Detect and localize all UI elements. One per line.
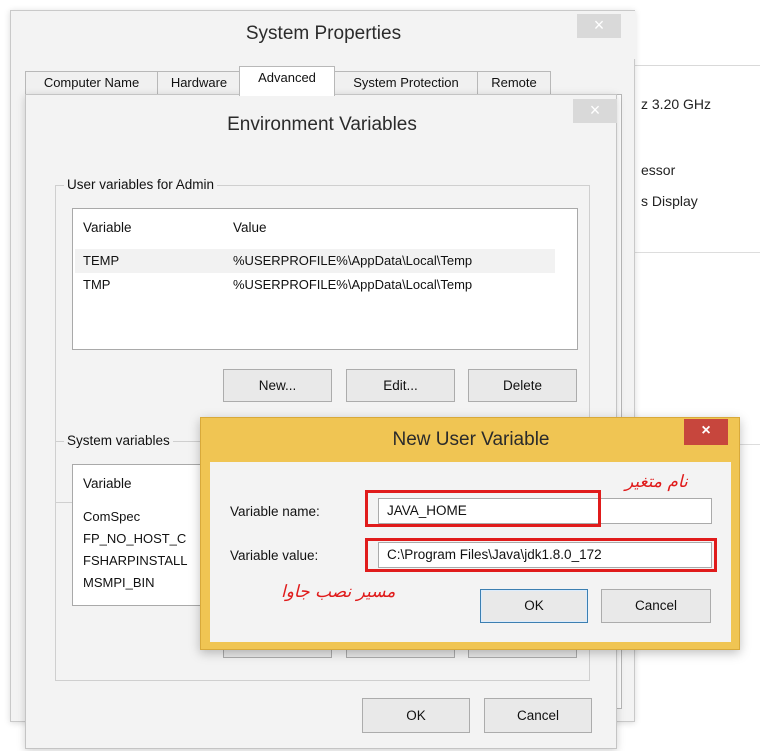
cpu-speed-text: z 3.20 GHz (641, 96, 712, 112)
window-title: System Properties (11, 11, 636, 59)
list-item[interactable]: FP_NO_HOST_C (83, 531, 186, 546)
close-icon[interactable]: × (684, 419, 728, 445)
table-row[interactable]: TEMP %USERPROFILE%\AppData\Local\Temp (75, 249, 555, 273)
delete-button[interactable]: Delete (468, 369, 577, 402)
close-icon[interactable]: × (577, 14, 621, 38)
annotation-variable-name: نام متغیر (625, 472, 688, 492)
tab-remote[interactable]: Remote (477, 71, 551, 96)
variable-value-label: Variable value: (230, 548, 319, 563)
cancel-button[interactable]: Cancel (484, 698, 592, 733)
column-header-variable[interactable]: Variable (83, 476, 132, 491)
window-title: Environment Variables (227, 114, 417, 135)
variable-cell: TEMP (83, 253, 120, 268)
highlight-box (365, 490, 601, 527)
cancel-button[interactable]: Cancel (601, 589, 711, 623)
column-header-variable[interactable]: Variable (83, 220, 132, 235)
new-user-variable-dialog: New User Variable × نام متغیر Variable n… (200, 417, 740, 650)
edit-button[interactable]: Edit... (346, 369, 455, 402)
list-item[interactable]: FSHARPINSTALL (83, 553, 188, 568)
system-variables-label: System variables (64, 433, 173, 448)
close-icon[interactable]: × (573, 99, 617, 123)
processor-text: essor (641, 162, 676, 178)
column-header-value[interactable]: Value (233, 220, 267, 235)
display-text: s Display (641, 193, 698, 209)
tab-advanced[interactable]: Advanced (239, 66, 335, 96)
tab-computer-name[interactable]: Computer Name (25, 71, 158, 96)
user-variables-label: User variables for Admin (64, 177, 218, 192)
variable-name-label: Variable name: (230, 504, 320, 519)
new-button[interactable]: New... (223, 369, 332, 402)
tab-system-protection[interactable]: System Protection (334, 71, 478, 96)
ok-button[interactable]: OK (480, 589, 588, 623)
variable-cell: TMP (83, 277, 111, 292)
table-row[interactable]: TMP %USERPROFILE%\AppData\Local\Temp (75, 273, 555, 297)
tab-hardware[interactable]: Hardware (157, 71, 241, 96)
user-variables-list[interactable]: Variable Value TEMP %USERPROFILE%\AppDat… (72, 208, 578, 350)
dialog-title: New User Variable (392, 429, 550, 450)
ok-button[interactable]: OK (362, 698, 470, 733)
annotation-java-path: مسیر نصب جاوا (281, 582, 396, 602)
value-cell: %USERPROFILE%\AppData\Local\Temp (233, 277, 473, 292)
value-cell: %USERPROFILE%\AppData\Local\Temp (233, 253, 473, 268)
list-item[interactable]: MSMPI_BIN (83, 575, 155, 590)
highlight-box (365, 538, 717, 572)
list-item[interactable]: ComSpec (83, 509, 140, 524)
dialog-body: نام متغیر Variable name: JAVA_HOME Varia… (210, 462, 731, 642)
